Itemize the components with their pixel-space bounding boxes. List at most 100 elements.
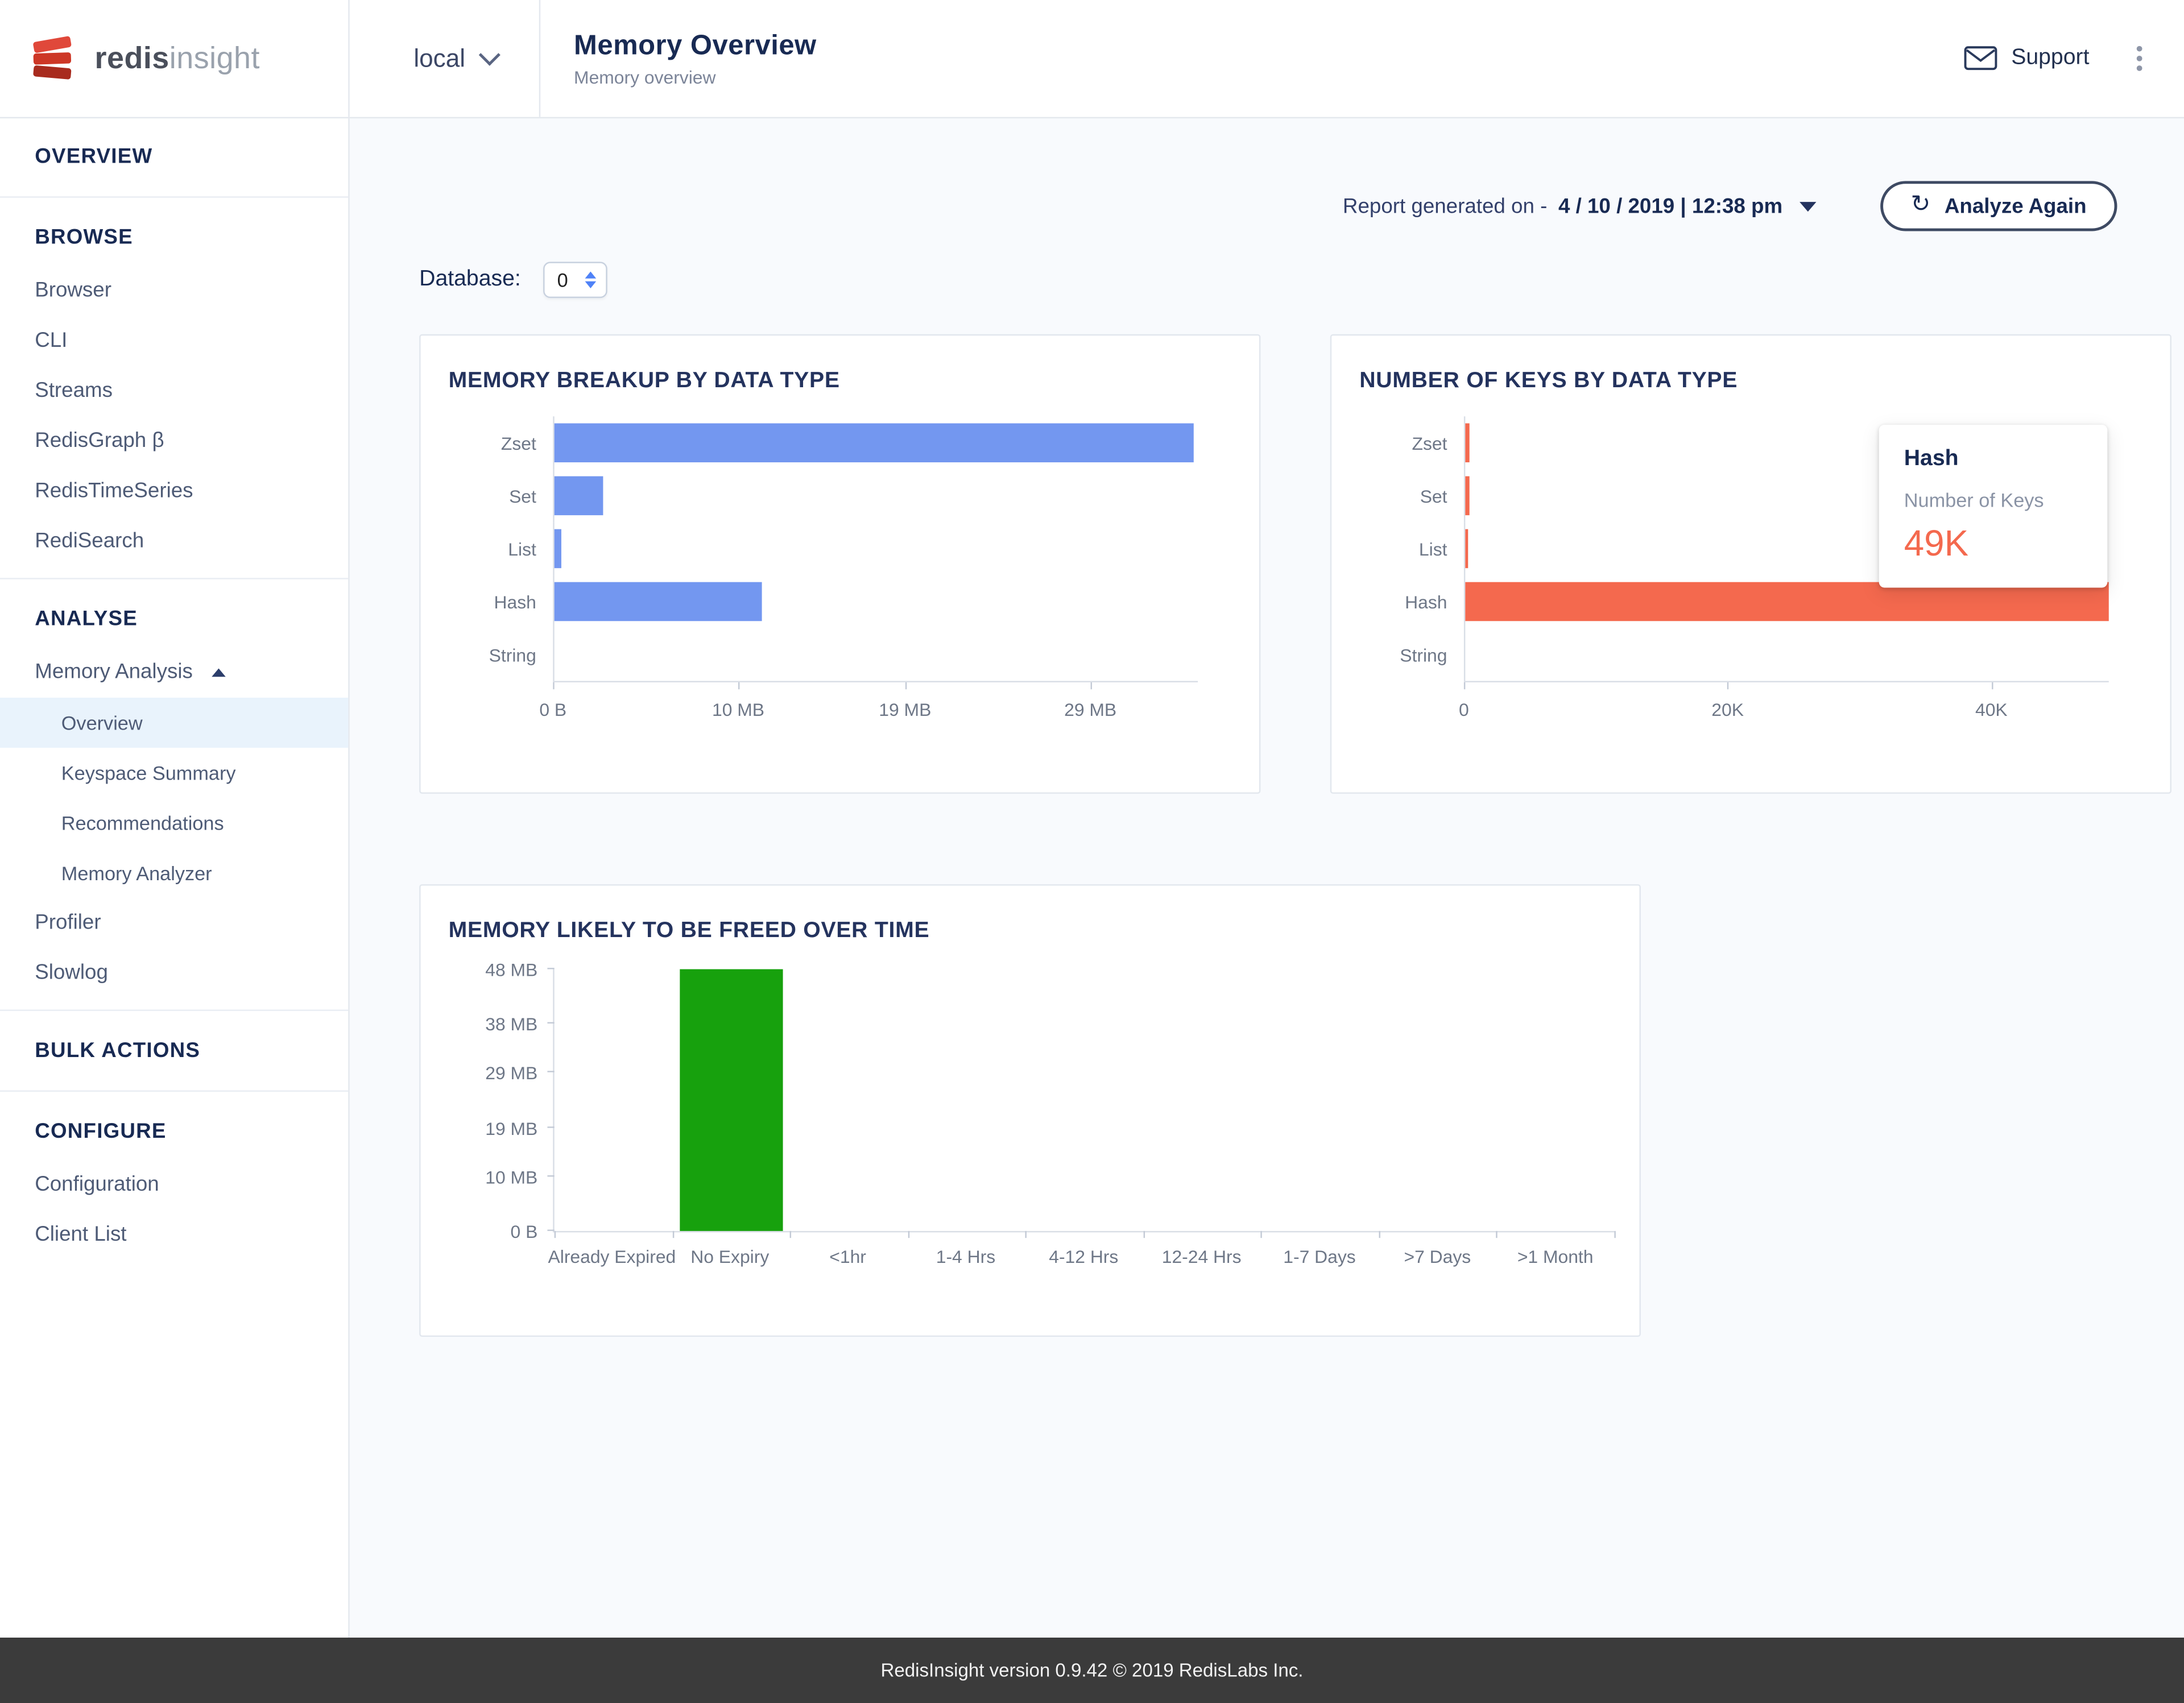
sidebar-item-client-list[interactable]: Client List bbox=[0, 1210, 348, 1260]
sidebar-item-streams[interactable]: Streams bbox=[0, 366, 348, 416]
chart-title-memory-freed: MEMORY LIKELY TO BE FREED OVER TIME bbox=[449, 919, 1612, 944]
sidebar-section-browse: BROWSE bbox=[0, 209, 348, 266]
category-label: Hash bbox=[1331, 591, 1464, 612]
memory-breakup-card: MEMORY BREAKUP BY DATA TYPE ZsetSetListH… bbox=[419, 334, 1260, 794]
support-label: Support bbox=[2011, 46, 2089, 71]
bar-no-expiry[interactable] bbox=[680, 969, 783, 1230]
instance-selector[interactable]: local bbox=[413, 44, 497, 73]
category-label: 12-24 Hrs bbox=[1162, 1246, 1242, 1267]
chart-x-axis: 020K40K bbox=[1464, 681, 2109, 738]
sidebar-item-memory-analyzer[interactable]: Memory Analyzer bbox=[0, 848, 348, 898]
kebab-menu[interactable] bbox=[2131, 40, 2148, 77]
page-title: Memory Overview bbox=[574, 30, 817, 62]
tick-mark bbox=[547, 1126, 554, 1127]
category-label: 1-4 Hrs bbox=[936, 1246, 995, 1267]
bar-list[interactable] bbox=[555, 529, 562, 569]
chart-title-keys-by-type: NUMBER OF KEYS BY DATA TYPE bbox=[1359, 369, 2142, 394]
sidebar: OVERVIEW BROWSE Browser CLI Streams Redi… bbox=[0, 117, 350, 1638]
category-label: >1 Month bbox=[1517, 1246, 1594, 1267]
bar-list[interactable] bbox=[1465, 529, 1469, 569]
support-button[interactable]: Support bbox=[1964, 46, 2090, 71]
tick-mark bbox=[738, 682, 739, 689]
tick-mark bbox=[905, 682, 906, 689]
chevron-down-icon bbox=[479, 44, 500, 66]
bar-track bbox=[553, 522, 1198, 575]
category-label: No Expiry bbox=[690, 1246, 769, 1267]
bar-set[interactable] bbox=[1465, 476, 1470, 516]
logo[interactable]: redisinsight bbox=[0, 0, 350, 117]
bar-hash[interactable] bbox=[1465, 582, 2108, 621]
chart-row: Hash bbox=[421, 575, 1198, 628]
sidebar-item-recommendations[interactable]: Recommendations bbox=[0, 798, 348, 848]
bar-hash[interactable] bbox=[555, 582, 762, 621]
tooltip-value: 49K bbox=[1904, 522, 2082, 565]
tooltip-title: Hash bbox=[1904, 447, 2082, 472]
category-label: Already Expired bbox=[548, 1246, 676, 1267]
tick-mark bbox=[1090, 682, 1091, 689]
sidebar-item-overview[interactable]: Overview bbox=[0, 698, 348, 748]
chart-x-axis: 0 B10 MB19 MB29 MB bbox=[553, 681, 1198, 738]
category-label: >7 Days bbox=[1404, 1246, 1471, 1267]
axis-tick-label: 20K bbox=[1711, 699, 1744, 720]
axis-tick-label: 29 MB bbox=[1064, 699, 1116, 720]
sidebar-item-configuration[interactable]: Configuration bbox=[0, 1160, 348, 1210]
chart-plot: 0 B10 MB19 MB29 MB38 MB48 MB bbox=[553, 969, 1614, 1232]
tick-mark bbox=[1464, 682, 1465, 689]
axis-tick-label: 38 MB bbox=[485, 1014, 537, 1035]
bar-set[interactable] bbox=[555, 476, 603, 516]
sidebar-item-bulk-actions[interactable]: BULK ACTIONS bbox=[0, 1022, 348, 1079]
axis-tick-label: 0 B bbox=[539, 699, 566, 720]
axis-tick-label: 19 MB bbox=[485, 1118, 537, 1139]
main-content: Report generated on - 4 / 10 / 2019 | 12… bbox=[350, 117, 2184, 1638]
sidebar-item-profiler[interactable]: Profiler bbox=[0, 898, 348, 948]
report-date[interactable]: 4 / 10 / 2019 | 12:38 pm bbox=[1558, 194, 1782, 218]
logo-text: redisinsight bbox=[95, 40, 260, 77]
analyze-again-label: Analyze Again bbox=[1945, 194, 2087, 218]
mail-icon bbox=[1964, 46, 1997, 71]
category-label: Hash bbox=[421, 591, 553, 612]
chart-row: String bbox=[1331, 628, 2109, 681]
category-label: String bbox=[1331, 644, 1464, 665]
analyze-again-button[interactable]: ↻ Analyze Again bbox=[1880, 181, 2117, 231]
sidebar-item-cli[interactable]: CLI bbox=[0, 316, 348, 366]
sidebar-item-slowlog[interactable]: Slowlog bbox=[0, 948, 348, 998]
sidebar-item-redisearch[interactable]: RediSearch bbox=[0, 517, 348, 567]
redisinsight-logo-icon bbox=[31, 36, 78, 81]
tick-mark bbox=[547, 1175, 554, 1176]
footer-text: RedisInsight version 0.9.42 © 2019 Redis… bbox=[881, 1660, 1304, 1681]
sidebar-item-memory-analysis[interactable]: Memory Analysis bbox=[0, 648, 348, 698]
sidebar-item-keyspace-summary[interactable]: Keyspace Summary bbox=[0, 748, 348, 798]
tick-mark bbox=[1991, 682, 1992, 689]
database-value: 0 bbox=[544, 269, 581, 291]
sidebar-item-redistimeseries[interactable]: RedisTimeSeries bbox=[0, 466, 348, 516]
report-dropdown-caret-icon[interactable] bbox=[1800, 201, 1816, 211]
chart-x-categories: Already ExpiredNo Expiry<1hr1-4 Hrs4-12 … bbox=[553, 1232, 1614, 1279]
brand-insight: insight bbox=[169, 40, 260, 75]
tick-mark bbox=[1728, 682, 1729, 689]
keys-by-type-card: NUMBER OF KEYS BY DATA TYPE Zset Set List H… bbox=[1330, 334, 2171, 794]
memory-analysis-label: Memory Analysis bbox=[35, 658, 193, 686]
refresh-icon: ↻ bbox=[1910, 191, 1930, 219]
sidebar-item-browser[interactable]: Browser bbox=[0, 266, 348, 316]
database-select[interactable]: 0 bbox=[543, 262, 607, 298]
sidebar-item-redisgraph[interactable]: RedisGraph β bbox=[0, 416, 348, 466]
bar-track bbox=[553, 628, 1198, 681]
category-label: List bbox=[1331, 538, 1464, 560]
tick-mark bbox=[547, 1022, 554, 1024]
tick-mark bbox=[547, 968, 554, 969]
axis-tick-label: 0 bbox=[1459, 699, 1469, 720]
bar-zset[interactable] bbox=[1465, 423, 1470, 462]
app: redisinsight local Memory Overview Memor… bbox=[0, 0, 2184, 1703]
tooltip-label: Number of Keys bbox=[1904, 489, 2082, 511]
bar-zset[interactable] bbox=[555, 423, 1194, 462]
sidebar-section-analyse: ANALYSE bbox=[0, 590, 348, 647]
tick-mark bbox=[547, 1229, 554, 1230]
caret-up-icon bbox=[212, 669, 226, 677]
page-subtitle: Memory overview bbox=[574, 66, 817, 87]
category-label: Zset bbox=[421, 432, 553, 453]
chart-row: Zset bbox=[421, 416, 1198, 469]
sidebar-item-overview-section[interactable]: OVERVIEW bbox=[0, 128, 348, 185]
category-label: Set bbox=[1331, 485, 1464, 506]
bar-track bbox=[553, 416, 1198, 469]
category-label: Zset bbox=[1331, 432, 1464, 453]
